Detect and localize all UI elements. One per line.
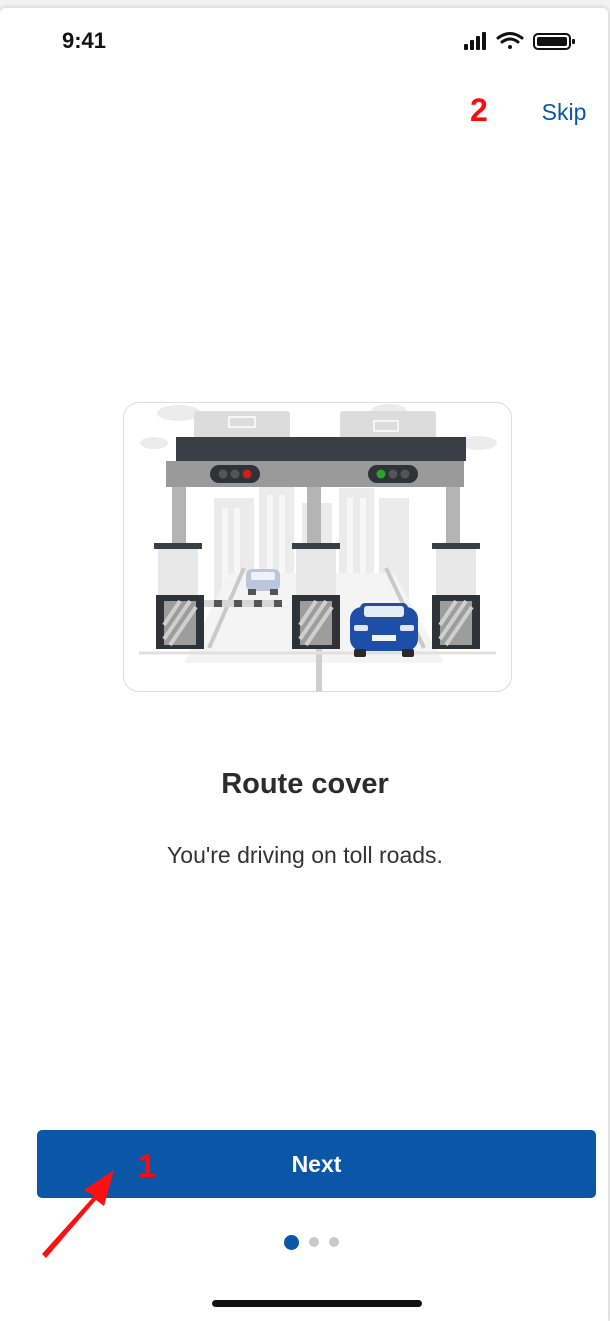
page-dot-active[interactable] xyxy=(284,1234,299,1250)
home-indicator xyxy=(212,1300,422,1307)
battery-icon xyxy=(533,33,575,50)
signal-icon xyxy=(464,32,486,50)
skip-button[interactable]: Skip xyxy=(528,90,600,134)
page-dot[interactable] xyxy=(309,1237,319,1247)
status-time: 9:41 xyxy=(62,28,107,53)
onboarding-title: Route cover xyxy=(221,768,389,800)
annotation-label-1: 1 xyxy=(138,1148,156,1184)
annotation-label-2: 2 xyxy=(470,92,488,128)
page-indicator xyxy=(284,1234,339,1250)
toll-plaza-illustration xyxy=(123,402,512,692)
onboarding-description: You're driving on toll roads. xyxy=(167,842,443,868)
annotation-arrow-icon xyxy=(42,1170,114,1258)
wifi-icon xyxy=(496,32,524,49)
status-icons xyxy=(464,32,575,50)
page-dot[interactable] xyxy=(329,1237,339,1247)
